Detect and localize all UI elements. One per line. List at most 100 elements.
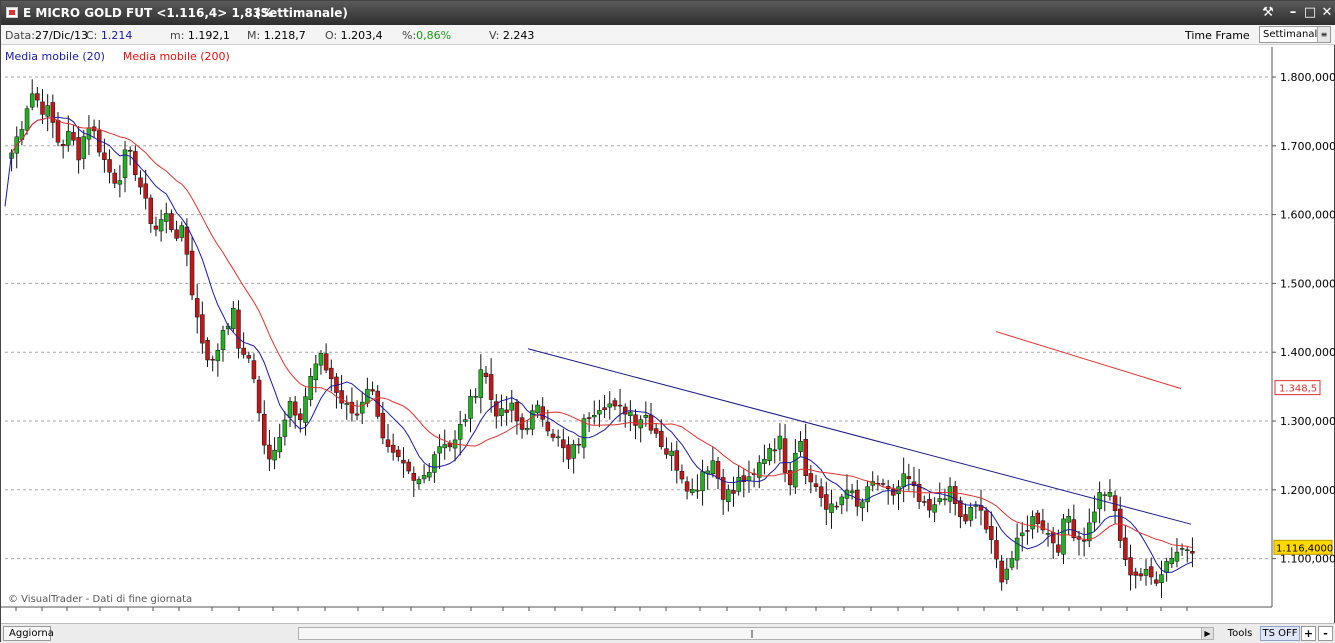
candle-body <box>860 501 865 509</box>
candle-body <box>535 404 540 414</box>
open-readout: O: 1.203,4 <box>325 29 383 42</box>
candle-body <box>323 353 329 371</box>
candle-body <box>127 150 133 152</box>
candle-body <box>628 411 633 416</box>
candle-body <box>205 340 210 361</box>
candle-body <box>359 401 365 414</box>
candle-body <box>189 250 195 296</box>
candle-body <box>1035 512 1040 524</box>
candle-body <box>473 396 478 398</box>
candle-body <box>272 449 277 461</box>
candle-body <box>457 423 463 440</box>
candle-body <box>700 471 705 492</box>
candle-body <box>617 404 623 407</box>
zoom-out-button[interactable]: - <box>1318 626 1333 641</box>
candle-body <box>566 444 571 460</box>
ma200-tag-label: 1.348,5 <box>1279 384 1317 395</box>
candle-body <box>107 159 112 173</box>
candle-body <box>731 490 736 494</box>
candle-body <box>813 483 819 487</box>
price-chart[interactable]: 1.800,0000 1.700,0000 1.600,0000 1.500,0000… <box>1 45 1335 611</box>
window-period: (Settimanale) <box>255 6 348 20</box>
candle-body <box>715 461 721 479</box>
candle-body <box>839 496 845 506</box>
candle-body <box>215 350 221 362</box>
candle-body <box>169 213 174 230</box>
candle-body <box>602 407 607 410</box>
candle-body <box>1133 571 1138 576</box>
candle-body <box>81 136 87 159</box>
candle-body <box>194 298 200 318</box>
candle-body <box>1009 558 1015 568</box>
y-tick-label: 1.200,0000 <box>1280 484 1335 497</box>
candle-body <box>251 360 257 380</box>
candle-body <box>1030 516 1035 530</box>
candle-body <box>1020 532 1025 537</box>
candle-body <box>427 472 432 478</box>
candle-body <box>1169 557 1175 565</box>
candle-body <box>834 505 839 508</box>
candle-body <box>354 413 360 416</box>
refresh-button[interactable]: Aggiorna <box>3 626 54 641</box>
candle-body <box>1138 573 1144 577</box>
candle-body <box>586 417 592 419</box>
candle-body <box>45 105 50 117</box>
candle-body <box>71 132 76 141</box>
candle-body <box>952 486 958 504</box>
y-tick-label: 1.700,0000 <box>1280 140 1335 153</box>
candle-body <box>432 454 437 473</box>
watermark: © VisualTrader - Dati di fine giornata <box>8 594 193 605</box>
candle-body <box>983 510 989 530</box>
candle-body <box>241 347 246 355</box>
candle-body <box>231 308 236 329</box>
timeframe-select[interactable]: Settimanale ≡ <box>1259 26 1331 43</box>
candle-body <box>1087 522 1092 542</box>
ma200-line <box>995 331 1182 390</box>
ts-off-button[interactable]: TS OFF <box>1260 626 1300 641</box>
maximize-icon[interactable]: □ <box>1301 5 1319 21</box>
candle-body <box>442 444 447 449</box>
candle-body <box>488 374 494 400</box>
candle-body <box>236 309 241 349</box>
candle-body <box>220 330 226 350</box>
candle-body <box>401 459 406 464</box>
candle-body <box>1159 574 1164 584</box>
candle-body <box>932 504 937 513</box>
scrollbar-thumb[interactable] <box>751 630 753 638</box>
horizontal-scrollbar[interactable]: ▶ <box>298 627 1214 640</box>
minimize-icon[interactable]: – <box>1284 5 1302 21</box>
candle-body <box>849 490 855 494</box>
candle-body <box>1071 519 1077 539</box>
zoom-in-button[interactable]: + <box>1301 626 1316 641</box>
bottom-bar: Aggiorna ▶ Tools TS OFF + - <box>1 623 1335 643</box>
candle-body <box>174 229 179 239</box>
candle-body <box>55 120 61 143</box>
candle-body <box>385 439 391 447</box>
candle-body <box>380 412 386 439</box>
candle-body <box>86 127 92 140</box>
candle-body <box>664 448 669 455</box>
tools-button[interactable]: Tools <box>1223 626 1257 641</box>
legend-ma20[interactable]: Media mobile (20) <box>5 50 105 63</box>
candle-body <box>1045 533 1051 535</box>
candle-body <box>607 403 612 408</box>
date-readout: Data:27/Dic/13 <box>5 29 88 42</box>
candle-body <box>973 505 979 507</box>
volume-value: 2.243 <box>502 29 535 42</box>
scroll-right-icon[interactable]: ▶ <box>1201 628 1213 639</box>
candle-body <box>1154 579 1159 584</box>
candle-body <box>514 402 520 422</box>
candle-body <box>24 108 30 131</box>
close-icon[interactable]: ✕ <box>1318 5 1335 21</box>
candle-body <box>679 471 685 480</box>
chevron-down-icon[interactable]: ≡ <box>1317 27 1330 42</box>
candle-body <box>1081 539 1087 542</box>
candle-body <box>561 439 566 449</box>
tools-icon[interactable]: ⚒ <box>1259 5 1277 21</box>
candle-body <box>1143 569 1149 576</box>
candle-body <box>1185 549 1190 551</box>
candle-body <box>1056 544 1061 553</box>
candle-body <box>937 498 943 502</box>
legend-ma200[interactable]: Media mobile (200) <box>123 50 230 63</box>
candle-body <box>927 499 932 511</box>
